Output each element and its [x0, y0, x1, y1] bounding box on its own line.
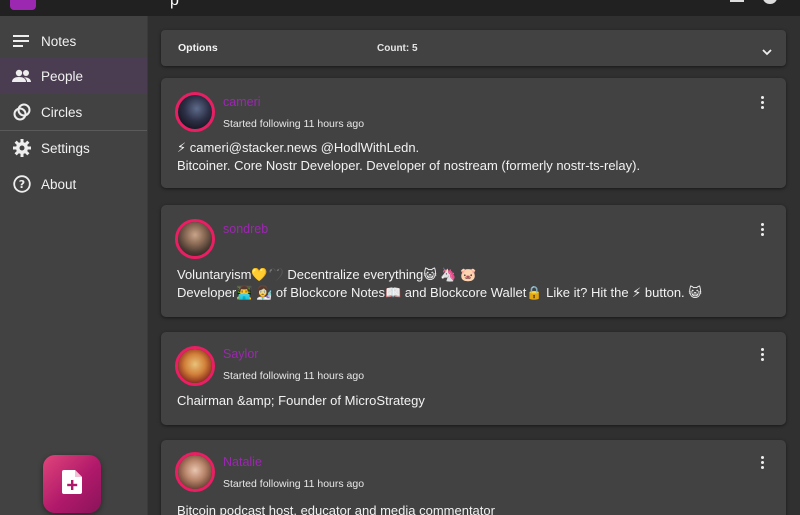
follow-status: Started following 11 hours ago [223, 370, 365, 382]
help-icon: ? [10, 172, 34, 196]
avatar[interactable] [175, 346, 215, 386]
new-note-icon [62, 469, 82, 499]
person-name[interactable]: cameri [223, 95, 261, 109]
toolbar-icon[interactable] [730, 0, 744, 2]
person-about: Chairman &amp; Founder of MicroStrategy [177, 393, 425, 408]
sidebar: Notes People Circles Settings ? About [0, 16, 148, 515]
person-card: cameri Started following 11 hours ago ⚡ … [161, 78, 786, 188]
person-name[interactable]: sondreb [223, 222, 268, 236]
sidebar-item-label: Circles [41, 104, 83, 120]
person-about: Voluntaryism💛🖤 Decentralize everything😺 … [177, 267, 702, 300]
sidebar-item-label: People [41, 68, 84, 84]
person-card: sondreb Voluntaryism💛🖤 Decentralize ever… [161, 205, 786, 317]
avatar[interactable] [175, 452, 215, 492]
follow-status: Started following 11 hours ago [223, 118, 365, 130]
sidebar-item-people[interactable]: People [0, 58, 147, 94]
svg-text:?: ? [19, 178, 25, 191]
sidebar-item-settings[interactable]: Settings [0, 130, 147, 166]
sidebar-item-about[interactable]: ? About [0, 166, 147, 202]
sidebar-item-notes[interactable]: Notes [0, 23, 147, 59]
person-name[interactable]: Natalie [223, 455, 262, 469]
main-content: Options Count: 5 cameri Started followin… [148, 16, 800, 515]
sidebar-item-label: Notes [41, 33, 77, 49]
circles-icon [10, 100, 34, 124]
more-options-icon[interactable] [754, 346, 770, 362]
options-panel-header[interactable]: Options Count: 5 [161, 30, 786, 66]
top-app-bar: p [0, 0, 800, 16]
person-about: ⚡ cameri@stacker.news @HodlWithLedn. Bit… [177, 140, 641, 173]
more-options-icon[interactable] [754, 94, 770, 110]
people-count: Count: 5 [377, 42, 418, 54]
app-logo[interactable] [10, 0, 36, 10]
new-note-button[interactable] [43, 455, 101, 513]
person-card: Natalie Started following 11 hours ago B… [161, 440, 786, 515]
follow-status: Started following 11 hours ago [223, 478, 365, 490]
gear-icon [10, 136, 34, 160]
more-options-icon[interactable] [754, 454, 770, 470]
people-icon [10, 64, 34, 88]
sidebar-item-label: About [41, 176, 77, 192]
chevron-down-icon[interactable] [762, 43, 772, 61]
avatar[interactable] [175, 92, 215, 132]
account-icon[interactable] [763, 0, 777, 4]
person-name[interactable]: Saylor [223, 347, 258, 361]
notes-icon [10, 29, 34, 53]
avatar[interactable] [175, 219, 215, 259]
page-title: p [170, 0, 179, 9]
sidebar-item-circles[interactable]: Circles [0, 94, 147, 130]
more-options-icon[interactable] [754, 221, 770, 237]
person-about: Bitcoin podcast host, educator and media… [177, 503, 495, 515]
sidebar-item-label: Settings [41, 140, 90, 156]
options-label: Options [178, 42, 218, 54]
person-card: Saylor Started following 11 hours ago Ch… [161, 332, 786, 425]
